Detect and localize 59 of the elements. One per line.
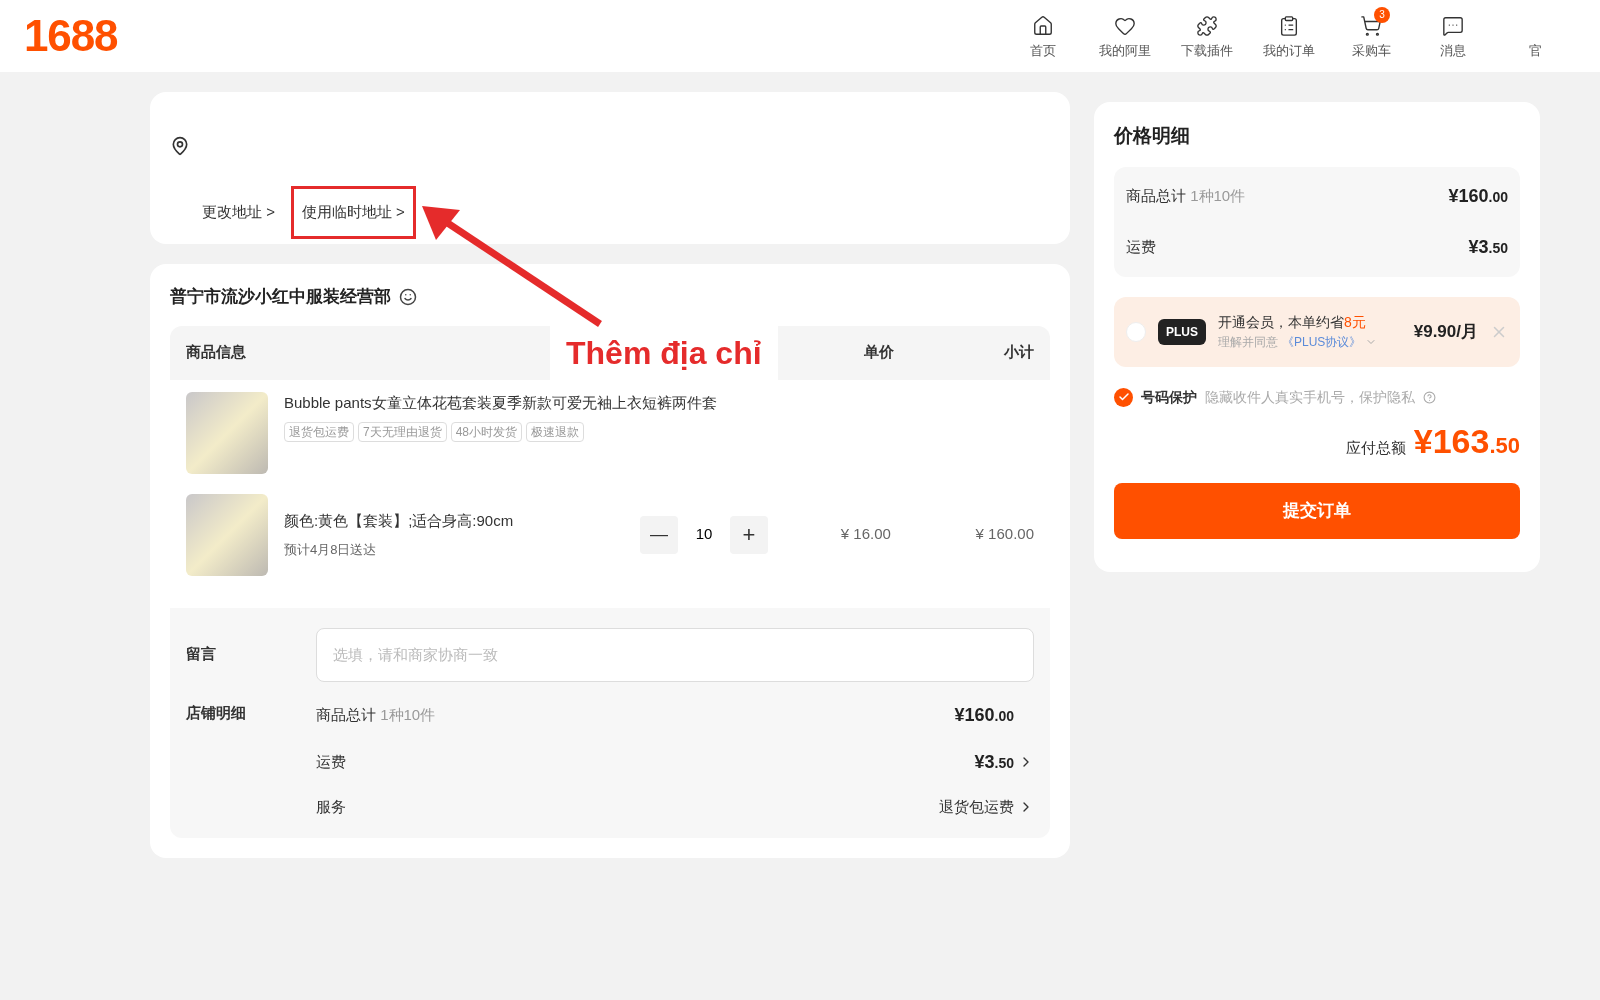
price: ¥3.50 [1468,236,1508,257]
agree-text: 理解并同意 [1218,334,1278,351]
protection-description: 隐藏收件人真实手机号，保护隐私 [1205,387,1415,407]
column-header: 小计 [1003,342,1034,363]
plus-price: ¥9.90/月 [1413,320,1478,343]
logo: 1688 [24,10,118,62]
price: ¥3.50 [974,750,1014,774]
puzzle-icon [1196,14,1218,37]
delivery-date: 预计4月8日送达 [284,541,378,559]
price: ¥160.00 [1448,185,1508,206]
details-label: 店铺明细 [186,702,247,723]
nav-item[interactable]: 我的订单 [1248,6,1330,72]
detail-label: 服务 [316,796,346,817]
product-title[interactable]: Bubble pants女童立体花苞套装夏季新款可爱无袖上衣短裤两件套 [284,391,717,414]
price: ¥160.00 [954,703,1014,727]
help-icon[interactable] [1423,390,1436,404]
note-label: 留言 [186,644,217,665]
minus-button[interactable]: — [640,515,678,554]
plus-badge: PLUS [1158,318,1206,345]
nav-item[interactable]: 我的阿里 [1084,6,1166,72]
message-icon [1442,14,1464,37]
subtotal: ¥ 160.00 [974,524,1034,545]
column-header: 单价 [863,342,894,363]
nav-item[interactable]: 首页 [1002,6,1084,72]
protection-label: 号码保护 [1141,387,1197,407]
column-header: 商品信息 [186,342,246,363]
annotation-label: Thêm địa chỉ [550,325,778,380]
nav-item[interactable]: 官 [1494,6,1576,72]
location-icon [170,136,190,156]
plus-radio[interactable] [1126,321,1146,342]
nav-item[interactable]: 消息 [1412,6,1494,72]
price-label: 商品总计 1种10件 [1126,185,1246,206]
nav-item[interactable]: 下载插件 [1166,6,1248,72]
address-link[interactable]: 更改地址 > [202,189,275,236]
quantity-value: 10 [694,524,714,545]
smile-icon [399,287,417,306]
plus-title: 开通会员，本单约省8元 [1218,313,1367,332]
detail-value: 退货包运费 [939,796,1014,817]
check-icon [1117,391,1130,403]
detail-label: 运费 [316,751,346,772]
total-price: ¥163.50 [1413,420,1520,462]
service-tag: 7天无理由退货 [358,422,447,442]
panel-title: 价格明细 [1114,124,1191,148]
shop-name: 普宁市流沙小红中服装经营部 [170,286,391,308]
plus-button[interactable]: + [730,515,768,554]
nav-item[interactable]: 3 采购车 [1330,6,1412,72]
protection-checkbox[interactable] [1114,387,1133,407]
address-link[interactable]: 使用临时地址 > [290,186,416,239]
clipboard-icon [1278,14,1300,37]
variant-spec: 颜色:黄色【套装】;适合身高:90cm [284,510,515,531]
service-tag: 极速退款 [526,422,585,442]
service-tag: 48小时发货 [450,422,523,442]
count-badge: 3 [1374,6,1390,23]
unit-price: ¥ 16.00 [839,524,891,545]
detail-label: 商品总计 1种10件 [316,704,436,725]
home-icon [1032,14,1054,37]
price-label: 运费 [1126,236,1156,257]
total-label: 应付总额 [1345,437,1406,458]
service-tag: 退货包运费 [284,422,354,442]
